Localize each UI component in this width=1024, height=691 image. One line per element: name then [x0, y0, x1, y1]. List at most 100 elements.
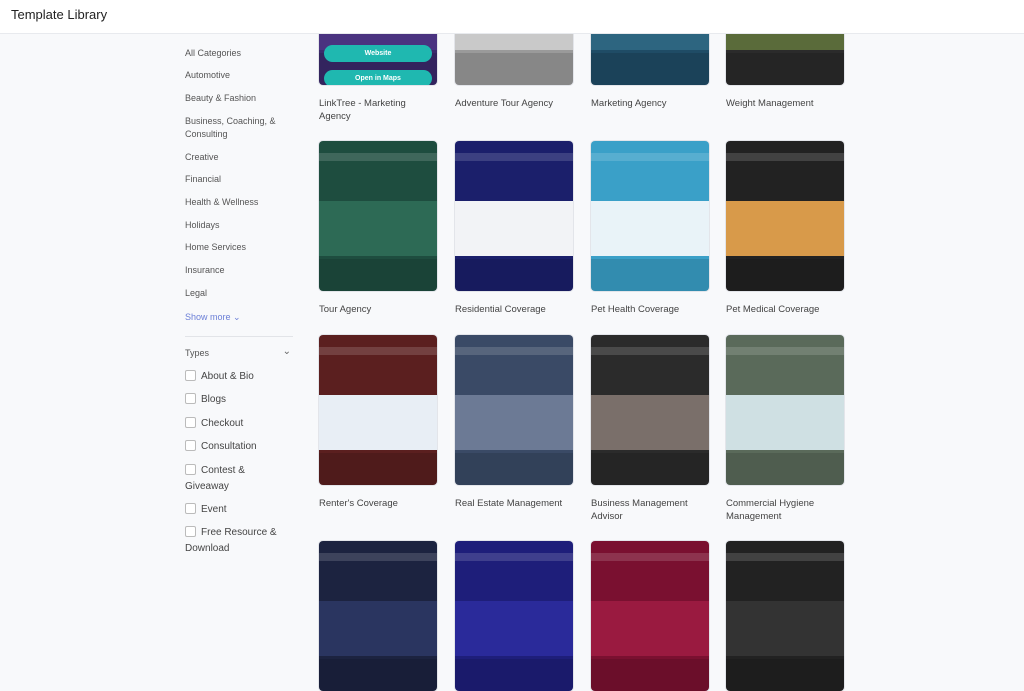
checkbox[interactable]	[185, 440, 196, 451]
website-pill: Website	[324, 45, 432, 62]
template-thumbnail[interactable]	[591, 141, 709, 291]
checkbox[interactable]	[185, 464, 196, 475]
thumbnail-section	[726, 201, 844, 256]
template-thumbnail[interactable]	[319, 541, 437, 691]
template-card[interactable]: Tour Agency	[319, 141, 437, 316]
types-section: Types ⌄	[185, 346, 293, 358]
thumbnail-section	[319, 601, 437, 656]
divider	[185, 336, 293, 337]
checkbox[interactable]	[185, 370, 196, 381]
type-label: Blogs	[201, 394, 227, 405]
template-card[interactable]: Renter's Coverage	[319, 335, 437, 510]
template-thumbnail[interactable]	[591, 335, 709, 485]
thumbnail-section	[591, 395, 709, 450]
template-card[interactable]	[591, 541, 709, 691]
thumbnail-section	[319, 201, 437, 256]
template-card[interactable]: Business Management Advisor	[591, 335, 709, 523]
template-name[interactable]: Residential Coverage	[455, 303, 573, 316]
thumbnail-section	[726, 395, 844, 450]
template-thumbnail[interactable]	[726, 541, 844, 691]
type-checkbox-consultation[interactable]: Consultation	[185, 439, 257, 455]
type-label: About & Bio	[201, 371, 254, 382]
thumbnail-section	[726, 53, 844, 85]
thumbnail-section	[455, 201, 573, 256]
type-checkbox-event[interactable]: Event	[185, 502, 227, 518]
thumbnail-section	[591, 347, 709, 355]
checkbox[interactable]	[185, 526, 196, 537]
category-financial[interactable]: Financial	[185, 173, 290, 186]
category-beauty-fashion[interactable]: Beauty & Fashion	[185, 92, 290, 105]
type-checkbox-checkout[interactable]: Checkout	[185, 416, 243, 432]
thumbnail-section	[319, 659, 437, 691]
template-thumbnail[interactable]	[455, 141, 573, 291]
template-name[interactable]: Real Estate Management	[455, 497, 573, 510]
thumbnail-section	[591, 53, 709, 85]
category-all[interactable]: All Categories	[185, 47, 290, 60]
thumbnail-section	[319, 259, 437, 291]
template-name[interactable]: Adventure Tour Agency	[455, 97, 573, 110]
template-name[interactable]: LinkTree - Marketing Agency	[319, 97, 437, 123]
template-name[interactable]: Renter's Coverage	[319, 497, 437, 510]
template-name[interactable]: Business Management Advisor	[591, 497, 709, 523]
template-thumbnail[interactable]	[319, 141, 437, 291]
thumbnail-section	[591, 201, 709, 256]
thumbnail-section	[726, 453, 844, 485]
template-thumbnail[interactable]	[726, 335, 844, 485]
type-checkbox-free-resource[interactable]: Free Resource & Download	[185, 525, 293, 557]
category-creative[interactable]: Creative	[185, 151, 290, 164]
template-thumbnail[interactable]	[591, 541, 709, 691]
template-card[interactable]: Commercial Hygiene Management	[726, 335, 844, 523]
checkbox[interactable]	[185, 417, 196, 428]
category-home-services[interactable]: Home Services	[185, 241, 290, 254]
template-name[interactable]: Tour Agency	[319, 303, 437, 316]
category-automotive[interactable]: Automotive	[185, 69, 290, 82]
template-card[interactable]	[455, 541, 573, 691]
header: Template Library	[0, 0, 1024, 34]
thumbnail-section	[319, 553, 437, 561]
template-card[interactable]: Pet Health Coverage	[591, 141, 709, 316]
category-holidays[interactable]: Holidays	[185, 219, 290, 232]
template-thumbnail[interactable]	[319, 335, 437, 485]
template-thumbnail[interactable]	[726, 141, 844, 291]
thumbnail-section	[591, 153, 709, 161]
thumbnail-section	[455, 395, 573, 450]
template-name[interactable]: Commercial Hygiene Management	[726, 497, 844, 523]
chevron-down-icon[interactable]: ⌄	[283, 346, 291, 357]
thumbnail-section	[591, 659, 709, 691]
thumbnail-section	[726, 259, 844, 291]
template-card[interactable]	[726, 541, 844, 691]
thumbnail-section	[455, 659, 573, 691]
thumbnail-section	[591, 553, 709, 561]
template-name[interactable]: Marketing Agency	[591, 97, 709, 110]
thumbnail-section	[455, 53, 573, 85]
thumbnail-section	[726, 601, 844, 656]
thumbnail-section	[319, 453, 437, 485]
category-business[interactable]: Business, Coaching, & Consulting	[185, 115, 290, 140]
thumbnail-section	[455, 153, 573, 161]
category-legal[interactable]: Legal	[185, 287, 290, 300]
checkbox[interactable]	[185, 503, 196, 514]
template-card[interactable]: Pet Medical Coverage	[726, 141, 844, 316]
type-checkbox-contest[interactable]: Contest & Giveaway	[185, 463, 265, 495]
thumbnail-section	[726, 347, 844, 355]
thumbnail-section	[319, 395, 437, 450]
template-card[interactable]: Residential Coverage	[455, 141, 573, 316]
thumbnail-section	[319, 347, 437, 355]
thumbnail-section	[455, 259, 573, 291]
template-thumbnail[interactable]	[455, 335, 573, 485]
category-insurance[interactable]: Insurance	[185, 264, 290, 277]
checkbox[interactable]	[185, 393, 196, 404]
category-health-wellness[interactable]: Health & Wellness	[185, 196, 290, 209]
show-more-link[interactable]: Show more ⌄	[185, 311, 290, 324]
maps-pill: Open in Maps	[324, 70, 432, 85]
thumbnail-section	[455, 601, 573, 656]
template-card[interactable]	[319, 541, 437, 691]
template-name[interactable]: Pet Medical Coverage	[726, 303, 844, 316]
template-card[interactable]: Real Estate Management	[455, 335, 573, 510]
template-name[interactable]: Weight Management	[726, 97, 844, 110]
thumbnail-section	[455, 453, 573, 485]
template-thumbnail[interactable]	[455, 541, 573, 691]
type-checkbox-blogs[interactable]: Blogs	[185, 392, 226, 408]
type-checkbox-about[interactable]: About & Bio	[185, 369, 254, 385]
template-name[interactable]: Pet Health Coverage	[591, 303, 709, 316]
